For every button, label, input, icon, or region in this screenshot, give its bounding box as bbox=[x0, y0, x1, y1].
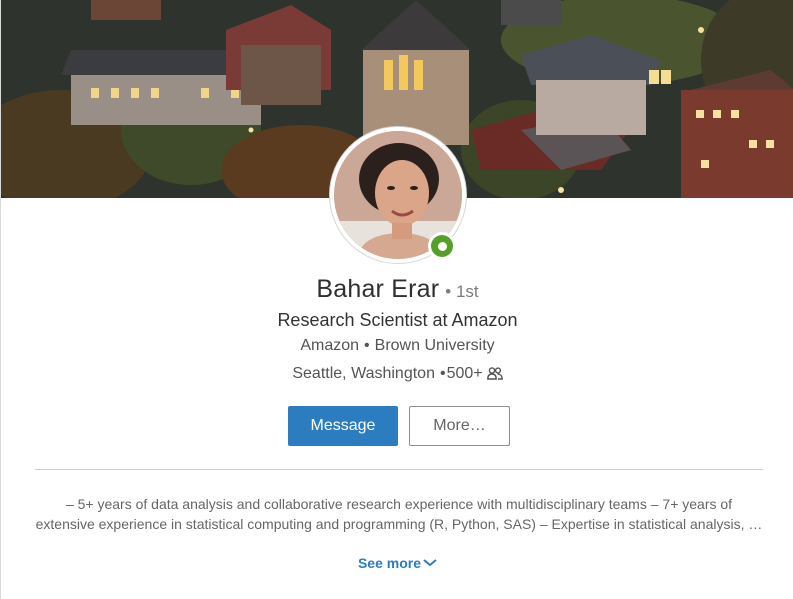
location-separator: • bbox=[439, 365, 446, 382]
connection-degree: • 1st bbox=[445, 282, 479, 301]
connections-icon bbox=[486, 367, 503, 385]
profile-summary: – 5+ years of data analysis and collabor… bbox=[35, 494, 763, 534]
message-button[interactable]: Message bbox=[288, 406, 398, 446]
chevron-down-icon bbox=[423, 554, 437, 570]
summary-line: extensive experience in statistical comp… bbox=[35, 516, 763, 532]
org-separator: • bbox=[364, 337, 370, 354]
profile-name: Bahar Erar bbox=[316, 275, 440, 303]
connections-count[interactable]: 500+ bbox=[447, 365, 483, 382]
see-more-link[interactable]: See more bbox=[1, 554, 793, 571]
see-more-label: See more bbox=[357, 555, 422, 571]
current-company[interactable]: Amazon bbox=[300, 337, 359, 354]
org-row: Amazon • Brown University bbox=[1, 337, 793, 355]
profile-card: Bahar Erar • 1st Research Scientist at Am… bbox=[0, 0, 793, 599]
location-row: Seattle, Washington •500+ bbox=[1, 365, 793, 385]
location: Seattle, Washington bbox=[292, 365, 435, 382]
name-row: Bahar Erar • 1st bbox=[1, 275, 793, 304]
profile-headline: Research Scientist at Amazon bbox=[277, 310, 518, 330]
online-status-icon bbox=[428, 232, 456, 260]
education-school[interactable]: Brown University bbox=[375, 337, 495, 354]
summary-line: – 5+ years of data analysis and collabor… bbox=[65, 496, 733, 512]
divider bbox=[35, 469, 763, 470]
more-button[interactable]: More… bbox=[409, 406, 510, 446]
